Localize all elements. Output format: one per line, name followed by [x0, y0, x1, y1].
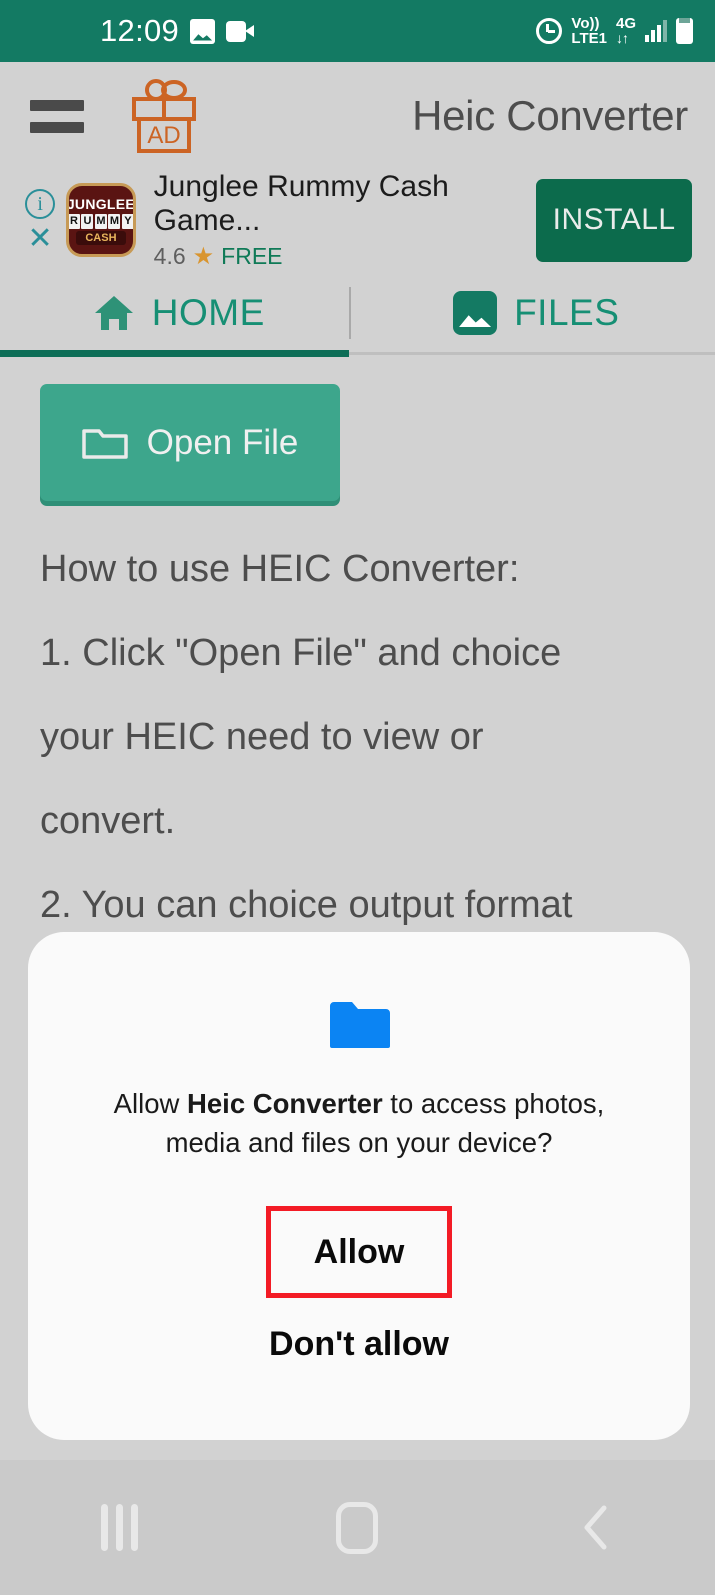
open-file-label: Open File	[146, 422, 299, 462]
back-icon	[582, 1505, 610, 1550]
info-icon[interactable]: i	[25, 189, 56, 219]
status-bar-left: 12:09	[100, 13, 255, 49]
tab-separator	[349, 287, 351, 339]
network-type-label: 4G	[615, 15, 636, 32]
network-type-icon: 4G ↓↑	[616, 16, 636, 46]
ad-banner[interactable]: i ✕ JUNGLEE R U M M Y CASH Junglee Rummy…	[0, 170, 715, 270]
deny-button[interactable]: Don't allow	[269, 1325, 449, 1364]
ad-text-block: Junglee Rummy Cash Game... 4.6 ★ FREE	[154, 170, 537, 271]
tab-divider	[349, 352, 715, 355]
open-file-button[interactable]: Open File	[40, 384, 340, 501]
tab-files[interactable]: FILES	[358, 270, 715, 356]
image-icon	[453, 291, 498, 335]
ad-icon-letter: M	[94, 213, 107, 229]
ad-app-icon: JUNGLEE R U M M Y CASH	[66, 183, 136, 257]
home-button-icon	[336, 1501, 379, 1554]
ad-icon-letter: R	[69, 213, 80, 229]
phone-screen: 12:09 Vo)) LTE1 4G ↓↑ AD Heic Converter …	[0, 0, 715, 1595]
tab-active-indicator	[0, 350, 349, 357]
signal-bars-icon	[645, 20, 667, 42]
back-button[interactable]	[477, 1505, 715, 1550]
permission-message: Allow Heic Converter to access photos, m…	[79, 1084, 639, 1162]
home-button[interactable]	[238, 1501, 476, 1554]
instruction-line: convert.	[40, 800, 176, 842]
ad-gift-icon[interactable]: AD	[126, 77, 202, 155]
volte-icon: Vo)) LTE1	[571, 16, 607, 46]
allow-button-label: Allow	[313, 1232, 405, 1271]
page-title: Heic Converter	[412, 92, 688, 139]
tab-home-label: HOME	[151, 292, 265, 333]
allow-button[interactable]: Allow	[266, 1206, 452, 1298]
status-clock: 12:09	[100, 13, 180, 48]
status-bar: 12:09 Vo)) LTE1 4G ↓↑	[0, 0, 715, 62]
instruction-line: How to use HEIC Converter:	[40, 548, 520, 590]
ad-icon-line3: CASH	[76, 230, 126, 245]
ad-rating: 4.6	[153, 242, 186, 269]
permission-dialog: Allow Heic Converter to access photos, m…	[28, 932, 690, 1440]
ad-controls: i ✕	[14, 189, 66, 254]
install-button[interactable]: INSTALL	[536, 178, 692, 262]
volte-line2: LTE1	[571, 30, 607, 47]
ad-price: FREE	[221, 242, 283, 269]
system-nav-bar	[0, 1460, 715, 1595]
close-icon[interactable]: ✕	[28, 224, 53, 254]
folder-icon	[81, 425, 128, 461]
hamburger-menu-icon[interactable]	[30, 96, 84, 136]
alarm-icon	[536, 18, 563, 44]
permission-message-app: Heic Converter	[187, 1088, 383, 1119]
allow-button-wrapper: Allow	[266, 1206, 452, 1298]
permission-message-prefix: Allow	[113, 1088, 188, 1119]
photo-icon	[190, 18, 216, 44]
volte-line1: Vo))	[571, 15, 600, 32]
instructions-block: How to use HEIC Converter: 1. Click "Ope…	[40, 527, 700, 947]
blue-folder-icon	[328, 1000, 390, 1050]
ad-icon-line2: R U M M Y	[69, 213, 133, 229]
ad-title: Junglee Rummy Cash Game...	[153, 169, 449, 237]
tab-bar: HOME FILES	[0, 270, 715, 356]
ad-icon-letter: M	[108, 213, 121, 229]
recents-button[interactable]	[0, 1504, 238, 1551]
tab-files-label: FILES	[514, 292, 620, 333]
ad-subtitle: 4.6 ★ FREE	[154, 242, 537, 271]
video-camera-icon	[226, 20, 255, 42]
data-arrows-icon: ↓↑	[615, 30, 629, 46]
ad-icon-letter: Y	[121, 213, 133, 229]
tab-home[interactable]: HOME	[0, 270, 358, 356]
instruction-line: your HEIC need to view or	[40, 716, 484, 758]
recents-icon	[100, 1504, 138, 1551]
ad-gift-label: AD	[147, 122, 180, 149]
ad-icon-letter: U	[81, 213, 94, 229]
instruction-line: 1. Click "Open File" and choice	[40, 632, 562, 674]
status-bar-right: Vo)) LTE1 4G ↓↑	[536, 16, 693, 46]
app-bar: AD Heic Converter	[0, 62, 715, 170]
ad-icon-line1: JUNGLEE	[66, 195, 136, 212]
home-icon	[93, 294, 135, 332]
star-icon: ★	[192, 242, 215, 270]
battery-icon	[676, 18, 693, 44]
